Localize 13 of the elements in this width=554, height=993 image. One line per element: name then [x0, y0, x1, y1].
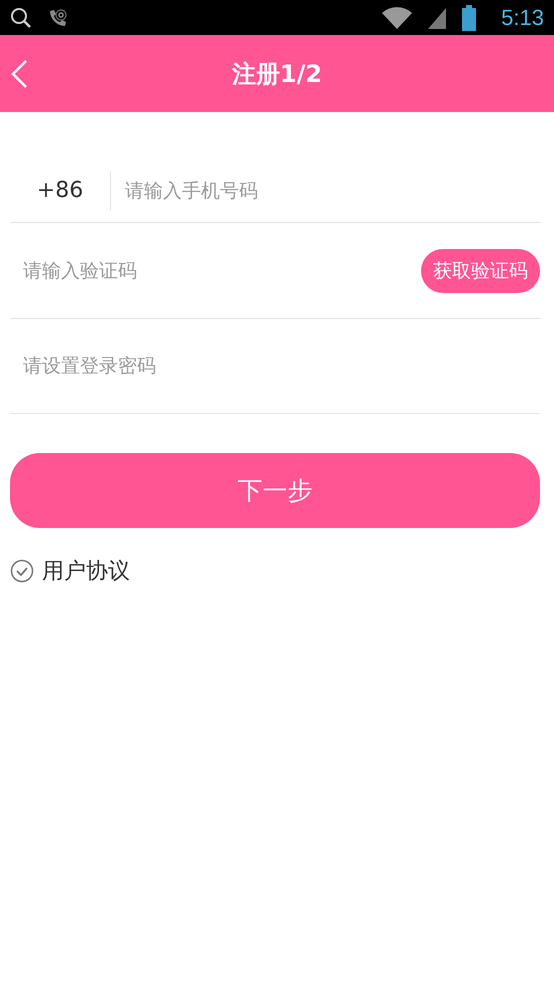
back-icon[interactable] [10, 59, 28, 89]
signal-icon [427, 6, 448, 30]
page-title: 注册1/2 [232, 58, 322, 90]
phone-input[interactable]: 请输入手机号码 [111, 171, 540, 211]
agreement-checkbox[interactable] [10, 559, 34, 583]
country-code[interactable]: +86 [10, 171, 111, 211]
password-input[interactable]: 请设置登录密码 [10, 346, 540, 386]
battery-icon [461, 4, 478, 30]
clock-time: 5:13 [501, 4, 544, 30]
wifi-icon [381, 6, 414, 30]
search-icon [10, 6, 32, 28]
agreement-label[interactable]: 用户协议 [42, 556, 130, 586]
code-input[interactable]: 请输入验证码 [10, 250, 421, 290]
